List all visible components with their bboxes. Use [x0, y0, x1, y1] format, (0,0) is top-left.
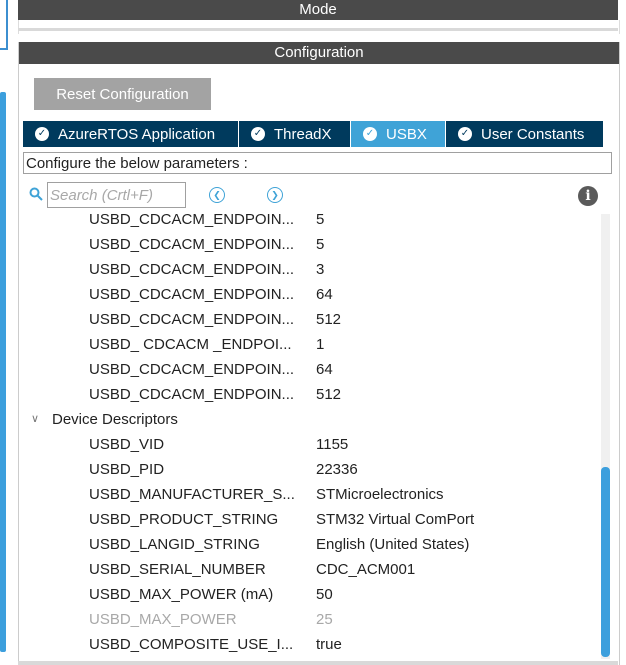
param-row[interactable]: USBD_MANUFACTURER_S... STMicroelectronics	[19, 482, 601, 507]
param-row[interactable]: USBD_CDCACM_ENDPOIN... 5	[19, 232, 601, 257]
param-value: English (United States)	[316, 536, 470, 553]
check-icon: ✓	[251, 127, 265, 141]
param-value: 1155	[316, 436, 349, 453]
left-scrollbar[interactable]	[0, 92, 6, 652]
param-row[interactable]: USBD_CDCACM_ENDPOIN... 512	[19, 307, 601, 332]
tab-label: User Constants	[481, 125, 585, 143]
param-name: USBD_CDCACM_ENDPOIN...	[89, 386, 295, 403]
parameter-list: USBD_CDCACM_ENDPOIN... 5 USBD_CDCACM_ENDP…	[19, 207, 601, 657]
configuration-header: Configuration	[19, 42, 619, 64]
param-value: 512	[316, 386, 342, 403]
param-row[interactable]: USBD_CDCACM_ENDPOIN... 64	[19, 357, 601, 382]
param-value: true	[316, 636, 342, 653]
param-row[interactable]: USBD_SERIAL_NUMBER CDC_ACM001	[19, 557, 601, 582]
param-row[interactable]: USBD_CDCACM_ENDPOIN... 3	[19, 257, 601, 282]
check-icon: ✓	[363, 127, 377, 141]
param-row-disabled: USBD_MAX_POWER 25	[19, 607, 601, 632]
param-name: USBD_CDCACM_ENDPOIN...	[89, 261, 295, 278]
param-row[interactable]: USBD_CDCACM_ENDPOIN... 5	[19, 207, 601, 232]
search-input[interactable]: Search (Crtl+F)	[47, 182, 186, 208]
tab-label: AzureRTOS Application	[58, 125, 216, 143]
divider	[18, 28, 618, 31]
param-name: USBD_CDCACM_ENDPOIN...	[89, 211, 295, 228]
next-match-icon[interactable]: ❯	[267, 187, 283, 203]
param-name: USBD_MAX_POWER (mA)	[89, 586, 274, 603]
param-value: 3	[316, 261, 325, 278]
divider	[18, 661, 618, 665]
check-icon: ✓	[458, 127, 472, 141]
param-row[interactable]: USBD_PID 22336	[19, 457, 601, 482]
param-name: USBD_ CDCACM _ENDPOI...	[89, 336, 292, 353]
param-name: USBD_SERIAL_NUMBER	[89, 561, 266, 578]
tab-bar: ✓ AzureRTOS Application ✓ ThreadX ✓ USBX…	[23, 121, 604, 147]
mode-header: Mode	[18, 0, 618, 20]
reset-configuration-button[interactable]: Reset Configuration	[34, 78, 211, 110]
param-row[interactable]: USBD_CDCACM_ENDPOIN... 512	[19, 382, 601, 407]
param-name: USBD_PRODUCT_STRING	[89, 511, 279, 528]
param-name: USBD_MANUFACTURER_S...	[89, 486, 295, 503]
info-icon[interactable]: i	[578, 186, 598, 206]
param-value: 64	[316, 361, 333, 378]
param-value: 64	[316, 286, 333, 303]
chevron-down-icon[interactable]: ∨	[31, 407, 39, 432]
tab-usbx[interactable]: ✓ USBX	[351, 121, 446, 147]
param-name: USBD_COMPOSITE_USE_I...	[89, 636, 294, 653]
param-value: 5	[316, 236, 325, 253]
param-row[interactable]: USBD_LANGID_STRING English (United States…	[19, 532, 601, 557]
search-icon[interactable]	[29, 187, 43, 201]
param-value: 50	[316, 586, 333, 603]
left-panel-border	[0, 0, 8, 50]
tab-label: USBX	[386, 125, 427, 143]
tab-user-constants[interactable]: ✓ User Constants	[446, 121, 604, 147]
param-row[interactable]: USBD_MAX_POWER (mA) 50	[19, 582, 601, 607]
tab-azurertos-application[interactable]: ✓ AzureRTOS Application	[23, 121, 239, 147]
param-name: USBD_CDCACM_ENDPOIN...	[89, 361, 295, 378]
param-name: USBD_CDCACM_ENDPOIN...	[89, 311, 295, 328]
group-label: Device Descriptors	[52, 411, 178, 428]
parameters-hint: Configure the below parameters :	[23, 152, 612, 174]
param-name: USBD_CDCACM_ENDPOIN...	[89, 286, 295, 303]
param-row[interactable]: USBD_ CDCACM _ENDPOI... 1	[19, 332, 601, 357]
param-row[interactable]: USBD_VID 1155	[19, 432, 601, 457]
tab-label: ThreadX	[274, 125, 332, 143]
param-value: STMicroelectronics	[316, 486, 444, 503]
param-row[interactable]: USBD_PRODUCT_STRING STM32 Virtual ComPort	[19, 507, 601, 532]
configuration-panel: Configuration Reset Configuration ✓ Azur…	[18, 42, 620, 665]
check-icon: ✓	[35, 127, 49, 141]
param-value: 512	[316, 311, 342, 328]
param-row[interactable]: USBD_CDCACM_ENDPOIN... 64	[19, 282, 601, 307]
param-value: 25	[316, 611, 333, 628]
param-name: USBD_LANGID_STRING	[89, 536, 260, 553]
param-name: USBD_MAX_POWER	[89, 611, 237, 628]
param-value: 5	[316, 211, 325, 228]
group-device-descriptors[interactable]: ∨ Device Descriptors	[19, 407, 601, 432]
param-row[interactable]: USBD_COMPOSITE_USE_I... true	[19, 632, 601, 657]
param-value: 1	[316, 336, 325, 353]
tab-threadx[interactable]: ✓ ThreadX	[239, 121, 351, 147]
param-name: USBD_PID	[89, 461, 165, 478]
scrollbar-thumb[interactable]	[601, 467, 610, 657]
param-name: USBD_CDCACM_ENDPOIN...	[89, 236, 295, 253]
param-value: CDC_ACM001	[316, 561, 416, 578]
param-value: STM32 Virtual ComPort	[316, 511, 475, 528]
param-name: USBD_VID	[89, 436, 165, 453]
mode-panel	[18, 20, 620, 34]
param-value: 22336	[316, 461, 358, 478]
previous-match-icon[interactable]: ❮	[209, 187, 225, 203]
